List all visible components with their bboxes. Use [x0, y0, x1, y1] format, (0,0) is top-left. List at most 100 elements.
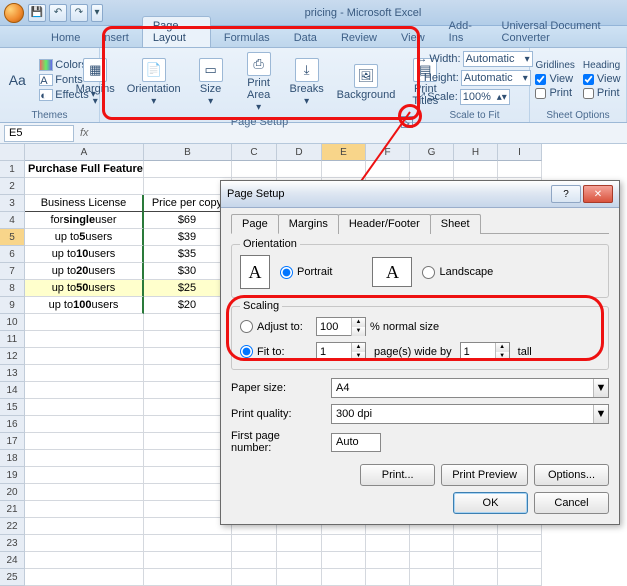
cell-C24[interactable] — [232, 552, 277, 569]
orientation-button[interactable]: 📄Orientation▾ — [123, 56, 185, 109]
cancel-button[interactable]: Cancel — [534, 492, 609, 514]
tab-review[interactable]: Review — [330, 28, 388, 47]
paper-size-dropdown[interactable]: A4▼ — [331, 378, 609, 398]
cell-D23[interactable] — [277, 535, 322, 552]
cell-E1[interactable] — [322, 161, 366, 178]
cell-H23[interactable] — [454, 535, 498, 552]
cell-A11[interactable] — [25, 331, 144, 348]
cell-B16[interactable] — [144, 416, 232, 433]
dlg-tab-margins[interactable]: Margins — [278, 214, 339, 234]
cell-B6[interactable]: $35 — [144, 246, 232, 263]
cell-B12[interactable] — [144, 348, 232, 365]
save-icon[interactable]: 💾 — [28, 4, 46, 22]
cell-A5[interactable]: up to 5 users — [25, 229, 144, 246]
cell-B14[interactable] — [144, 382, 232, 399]
themes-button[interactable]: Aa — [1, 66, 33, 94]
cell-B13[interactable] — [144, 365, 232, 382]
cell-I23[interactable] — [498, 535, 542, 552]
cell-A24[interactable] — [25, 552, 144, 569]
headings-print-checkbox[interactable]: Print — [583, 87, 621, 99]
adjust-to-radio[interactable] — [240, 320, 253, 333]
cell-B1[interactable] — [144, 161, 232, 178]
cell-B21[interactable] — [144, 501, 232, 518]
cell-A10[interactable] — [25, 314, 144, 331]
breaks-button[interactable]: ⤓Breaks▾ — [285, 56, 329, 109]
cell-B11[interactable] — [144, 331, 232, 348]
tab-data[interactable]: Data — [283, 28, 328, 47]
cell-E24[interactable] — [322, 552, 366, 569]
tab-formulas[interactable]: Formulas — [213, 28, 281, 47]
cell-B4[interactable]: $69 — [144, 212, 232, 229]
cell-F1[interactable] — [366, 161, 410, 178]
cell-B7[interactable]: $30 — [144, 263, 232, 280]
print-area-button[interactable]: ⎙Print Area▾ — [237, 50, 281, 115]
cell-G25[interactable] — [410, 569, 454, 586]
cell-A1[interactable]: Purchase Full Featured Version — [25, 161, 144, 178]
cell-H1[interactable] — [454, 161, 498, 178]
cell-A12[interactable] — [25, 348, 144, 365]
fit-wide-spinner[interactable]: ▲▼ — [316, 342, 366, 361]
cell-B20[interactable] — [144, 484, 232, 501]
cell-B23[interactable] — [144, 535, 232, 552]
tab-udc[interactable]: Universal Document Converter — [491, 16, 627, 47]
redo-icon[interactable]: ↷ — [70, 4, 88, 22]
cell-A13[interactable] — [25, 365, 144, 382]
cell-A21[interactable] — [25, 501, 144, 518]
cell-C25[interactable] — [232, 569, 277, 586]
cell-I24[interactable] — [498, 552, 542, 569]
portrait-radio[interactable]: Portrait — [280, 266, 332, 279]
cell-A6[interactable]: up to 10 users — [25, 246, 144, 263]
cell-G1[interactable] — [410, 161, 454, 178]
fit-to-radio[interactable] — [240, 345, 253, 358]
gridlines-view-checkbox[interactable]: View — [535, 73, 574, 85]
margins-button[interactable]: ▦Margins▾ — [72, 56, 119, 109]
cell-A23[interactable] — [25, 535, 144, 552]
ok-button[interactable]: OK — [453, 492, 528, 514]
cell-F23[interactable] — [366, 535, 410, 552]
cell-A7[interactable]: up to 20 users — [25, 263, 144, 280]
cell-B22[interactable] — [144, 518, 232, 535]
office-button[interactable] — [4, 3, 24, 23]
cell-B17[interactable] — [144, 433, 232, 450]
fx-icon[interactable]: fx — [80, 127, 89, 139]
print-quality-dropdown[interactable]: 300 dpi▼ — [331, 404, 609, 424]
cell-B3[interactable]: Price per copy — [144, 195, 232, 212]
cell-F24[interactable] — [366, 552, 410, 569]
adjust-to-spinner[interactable]: ▲▼ — [316, 317, 366, 336]
cell-B15[interactable] — [144, 399, 232, 416]
cell-D25[interactable] — [277, 569, 322, 586]
cell-C23[interactable] — [232, 535, 277, 552]
cell-A19[interactable] — [25, 467, 144, 484]
dlg-tab-page[interactable]: Page — [231, 214, 279, 234]
cell-E23[interactable] — [322, 535, 366, 552]
cell-B2[interactable] — [144, 178, 232, 195]
tab-insert[interactable]: nsert — [93, 28, 139, 47]
first-page-number-input[interactable] — [331, 433, 381, 452]
cell-I1[interactable] — [498, 161, 542, 178]
cell-H25[interactable] — [454, 569, 498, 586]
dlg-tab-sheet[interactable]: Sheet — [430, 214, 481, 234]
cell-A25[interactable] — [25, 569, 144, 586]
headings-view-checkbox[interactable]: View — [583, 73, 621, 85]
height-dropdown[interactable]: Automatic▾ — [461, 70, 531, 86]
cell-A2[interactable] — [25, 178, 144, 195]
cell-B24[interactable] — [144, 552, 232, 569]
name-box[interactable]: E5 — [4, 125, 74, 142]
cell-B9[interactable]: $20 — [144, 297, 232, 314]
help-button[interactable]: ? — [551, 185, 581, 203]
cell-C1[interactable] — [232, 161, 277, 178]
background-button[interactable]: 🖼Background — [333, 62, 400, 103]
cell-A9[interactable]: up to 100 users — [25, 297, 144, 314]
cell-B5[interactable]: $39 — [144, 229, 232, 246]
cell-A22[interactable] — [25, 518, 144, 535]
cell-A20[interactable] — [25, 484, 144, 501]
print-preview-button[interactable]: Print Preview — [441, 464, 528, 486]
width-dropdown[interactable]: Automatic▾ — [463, 51, 533, 67]
tab-home[interactable]: Home — [40, 28, 91, 47]
tab-addins[interactable]: Add-Ins — [438, 16, 489, 47]
dialog-titlebar[interactable]: Page Setup ? ✕ — [221, 181, 619, 208]
cell-G24[interactable] — [410, 552, 454, 569]
tab-page-layout[interactable]: Page Layout — [142, 16, 211, 47]
qat-more-icon[interactable]: ▾ — [91, 4, 103, 22]
cell-H24[interactable] — [454, 552, 498, 569]
